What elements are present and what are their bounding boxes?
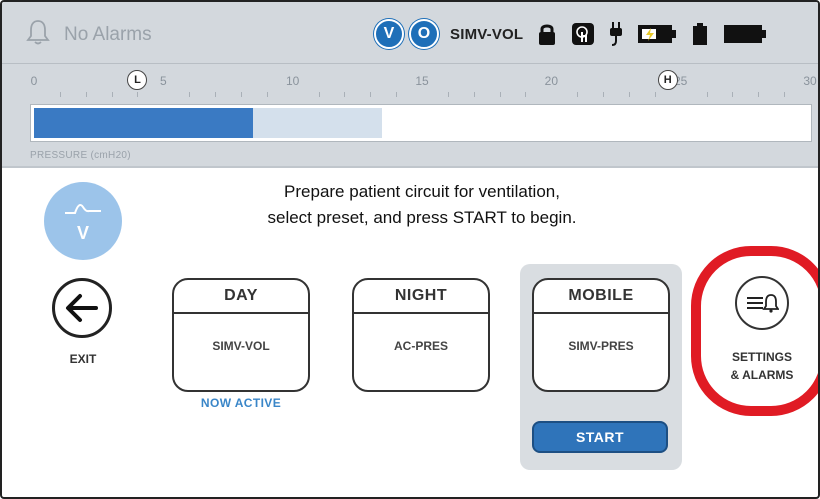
- battery-charging-icon: [637, 23, 677, 45]
- current-mode: SIMV-VOL: [450, 25, 524, 43]
- scale-minor-tick: [499, 92, 501, 97]
- scale-tick-label: 20: [544, 74, 559, 88]
- scale-minor-tick: [266, 92, 268, 97]
- scale-minor-tick: [628, 92, 630, 97]
- settings-alarms-icon: [735, 276, 789, 330]
- scale-minor-tick: [318, 92, 320, 97]
- scale-minor-tick: [344, 92, 346, 97]
- pressure-bar-track: [30, 104, 812, 142]
- battery-small-icon: [691, 22, 709, 46]
- preset-mobile[interactable]: MOBILE SIMV-PRES: [532, 278, 670, 392]
- scale-minor-tick: [240, 92, 242, 97]
- status-indicators: V O SIMV-VOL: [374, 18, 781, 50]
- waveform-icon: [65, 203, 101, 214]
- exit-button[interactable]: EXIT: [52, 278, 114, 366]
- scale-tick-label: 5: [159, 74, 167, 88]
- preset-mobile-title: MOBILE: [534, 280, 668, 314]
- plug-icon: [609, 21, 623, 47]
- low-limit-marker[interactable]: L: [127, 70, 148, 90]
- preset-night-title: NIGHT: [354, 280, 488, 314]
- scale-minor-tick: [758, 92, 760, 97]
- preset-day-mode: SIMV-VOL: [212, 339, 270, 353]
- badge-v: V: [374, 19, 404, 49]
- scale-minor-tick: [525, 92, 527, 97]
- scale-minor-tick: [577, 92, 579, 97]
- pressure-bar-fill: [34, 108, 254, 138]
- ventilation-mode-icon: V: [44, 182, 122, 260]
- high-limit-marker[interactable]: H: [657, 70, 678, 90]
- scale-minor-tick: [370, 92, 372, 97]
- scale-minor-tick: [447, 92, 449, 97]
- scale-tick-label: 10: [285, 74, 300, 88]
- scale-minor-tick: [706, 92, 708, 97]
- preset-mobile-mode: SIMV-PRES: [568, 339, 634, 353]
- scale-minor-tick: [732, 92, 734, 97]
- settings-alarms-button[interactable]: SETTINGS & ALARMS: [714, 276, 810, 384]
- back-arrow-icon: [52, 278, 112, 338]
- bell-icon: [24, 18, 52, 51]
- lock-icon[interactable]: [537, 22, 557, 46]
- pressure-scale: 0 5 10 15 20 25 30 L H: [30, 64, 817, 104]
- preset-day-title: DAY: [174, 280, 308, 314]
- badge-o: O: [409, 19, 439, 49]
- touch-icon[interactable]: [571, 22, 595, 46]
- pressure-gauge: 0 5 10 15 20 25 30 L H PRESSURE (cmH20): [2, 64, 818, 168]
- alarm-status[interactable]: No Alarms: [24, 18, 152, 51]
- scale-minor-tick: [189, 92, 191, 97]
- scale-tick-label: 0: [30, 74, 38, 88]
- preset-night[interactable]: NIGHT AC-PRES: [352, 278, 490, 392]
- vent-letter: V: [76, 222, 89, 243]
- scale-minor-tick: [603, 92, 605, 97]
- scale-minor-tick: [111, 92, 113, 97]
- preset-night-mode: AC-PRES: [393, 339, 448, 353]
- settings-alarms-label: SETTINGS & ALARMS: [730, 350, 794, 382]
- scale-minor-tick: [137, 92, 139, 97]
- alarm-status-text: No Alarms: [64, 23, 152, 45]
- scale-minor-tick: [396, 92, 398, 97]
- ventilator-screen: No Alarms V O SIMV-VOL 0 5 10 15 20 25 3…: [0, 0, 820, 499]
- scale-minor-tick: [85, 92, 87, 97]
- instruction-line-2: select preset, and press START to begin.: [267, 208, 577, 227]
- scale-minor-tick: [784, 92, 786, 97]
- instruction-line-1: Prepare patient circuit for ventilation,: [284, 182, 560, 201]
- scale-minor-tick: [59, 92, 61, 97]
- start-button[interactable]: START: [532, 421, 668, 453]
- now-active-label: NOW ACTIVE: [200, 396, 282, 410]
- battery-full-icon: [723, 23, 767, 45]
- status-bar: No Alarms V O SIMV-VOL: [2, 2, 818, 64]
- scale-tick-label: 15: [415, 74, 429, 88]
- scale-minor-tick: [654, 92, 656, 97]
- instruction-text: Prepare patient circuit for ventilation,…: [202, 179, 642, 231]
- exit-label: EXIT: [69, 352, 97, 366]
- scale-tick-label: 30: [803, 74, 817, 88]
- preset-day[interactable]: DAY SIMV-VOL: [172, 278, 310, 392]
- pressure-label: PRESSURE (cmH20): [30, 150, 131, 161]
- scale-minor-tick: [473, 92, 475, 97]
- scale-minor-tick: [215, 92, 217, 97]
